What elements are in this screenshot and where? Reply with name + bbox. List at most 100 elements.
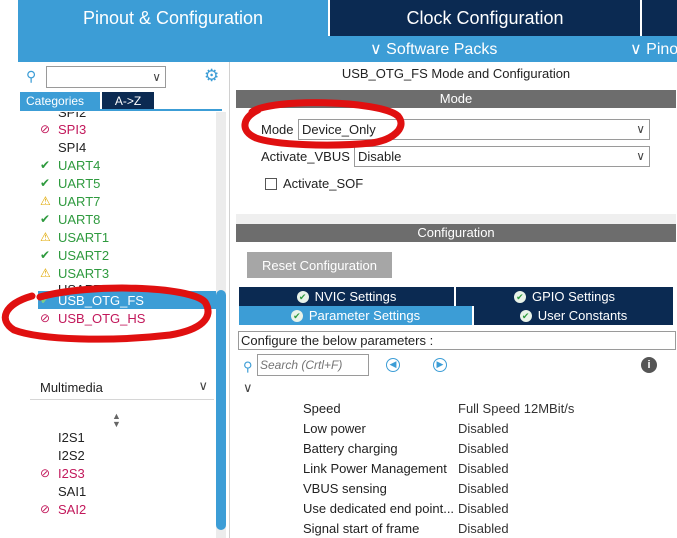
- check-icon: ✔: [40, 293, 51, 307]
- list-item-label: SAI1: [58, 483, 87, 499]
- list-item-uart8[interactable]: ✔ UART8: [40, 210, 100, 228]
- activate-sof-checkbox[interactable]: [265, 178, 277, 190]
- search-previous-button[interactable]: ◀: [386, 358, 400, 372]
- list-item-spi2[interactable]: SPI2: [40, 112, 86, 120]
- ban-icon: ⊘: [40, 466, 51, 480]
- list-item-label: UART8: [58, 211, 101, 227]
- list-item-usart3[interactable]: ⚠ USART3: [40, 264, 109, 282]
- parameter-row[interactable]: Battery charging Disabled: [303, 441, 673, 461]
- search-next-button[interactable]: ▶: [433, 358, 447, 372]
- params-header: Configure the below parameters :: [238, 331, 676, 350]
- parameter-value[interactable]: Disabled: [458, 521, 509, 536]
- list-item-label: UART7: [58, 193, 101, 209]
- list-item-sai1[interactable]: SAI1: [40, 482, 86, 500]
- parameter-search-input[interactable]: [257, 354, 369, 376]
- tab-overflow[interactable]: [642, 0, 677, 36]
- tab-categories[interactable]: Categories: [20, 92, 100, 110]
- list-item-label: I2S2: [58, 447, 85, 463]
- list-item-uart7[interactable]: ⚠ UART7: [40, 192, 100, 210]
- multimedia-category-header[interactable]: Multimedia ∨: [30, 374, 214, 400]
- warning-icon: ⚠: [40, 194, 51, 208]
- parameter-name: VBUS sensing: [303, 481, 387, 496]
- multimedia-list: I2S1 I2S2 ⊘ I2S3 SAI1 ⊘ SAI2: [18, 428, 218, 538]
- list-item-label: USART1: [58, 229, 110, 245]
- list-item-spi3[interactable]: ⊘ SPI3: [40, 120, 86, 138]
- list-item-sai2[interactable]: ⊘ SAI2: [40, 500, 86, 518]
- gear-icon[interactable]: ⚙: [204, 66, 219, 86]
- ban-icon: ⊘: [40, 122, 51, 136]
- section-divider: [236, 214, 676, 224]
- parameter-value[interactable]: Disabled: [458, 461, 509, 476]
- list-item-label: SAI2: [58, 501, 87, 517]
- parameter-name: Link Power Management: [303, 461, 447, 476]
- check-icon: ✔: [290, 309, 303, 322]
- sub-menu-bar: ∨ Software Packs ∨ Pino: [18, 36, 677, 62]
- top-tab-bar: Pinout & Configuration Clock Configurati…: [0, 0, 677, 36]
- mode-select[interactable]: Device_Only ∨: [298, 119, 650, 140]
- list-item-label: USART3: [58, 265, 110, 281]
- list-item-uart5[interactable]: ✔ UART5: [40, 174, 100, 192]
- ban-icon: ⊘: [40, 502, 51, 516]
- info-icon[interactable]: i: [641, 357, 657, 373]
- parameter-value[interactable]: Disabled: [458, 501, 509, 516]
- sort-arrows-icon: ▲ ▼: [112, 411, 121, 429]
- tab-clock-configuration[interactable]: Clock Configuration: [330, 0, 640, 36]
- panel-title: USB_OTG_FS Mode and Configuration: [341, 66, 571, 81]
- reset-configuration-button[interactable]: Reset Configuration: [247, 252, 392, 278]
- tab-nvic-label: NVIC Settings: [314, 289, 397, 304]
- list-item-label: USB_OTG_HS: [58, 310, 146, 326]
- tab-clock-label: Clock Configuration: [406, 7, 564, 28]
- list-item-usb-otg-fs[interactable]: ✔ USB_OTG_FS: [38, 291, 216, 309]
- parameter-value[interactable]: Disabled: [458, 481, 509, 496]
- list-item-uart4[interactable]: ✔ UART4: [40, 156, 100, 174]
- list-item-label: USART6: [58, 282, 110, 291]
- pinout-menu[interactable]: ∨ Pino: [630, 39, 677, 59]
- parameter-row[interactable]: Signal start of frame Disabled: [303, 521, 673, 538]
- search-icon: ⚲: [243, 359, 253, 374]
- mode-select-value: Device_Only: [302, 122, 376, 137]
- list-item-label: I2S3: [58, 465, 85, 481]
- check-icon: ✔: [40, 176, 51, 190]
- check-icon: ✔: [513, 290, 526, 303]
- mode-label: Mode: [261, 122, 294, 137]
- tab-parameter-settings[interactable]: ✔ Parameter Settings: [239, 306, 472, 325]
- check-icon: ✔: [40, 212, 51, 226]
- category-search-combo[interactable]: ∨: [46, 66, 166, 88]
- activate-sof-label: Activate_SOF: [283, 176, 364, 191]
- check-icon: ✔: [40, 158, 51, 172]
- software-packs-menu[interactable]: ∨ Software Packs: [370, 39, 497, 59]
- check-icon: ✔: [519, 309, 532, 322]
- list-item-usart6[interactable]: USART6: [40, 282, 109, 291]
- list-item-i2s2[interactable]: I2S2: [40, 446, 85, 464]
- parameter-value[interactable]: Disabled: [458, 421, 509, 436]
- parameter-row[interactable]: Low power Disabled: [303, 421, 673, 441]
- list-item-i2s1[interactable]: I2S1: [40, 428, 85, 446]
- list-item-usb-otg-hs[interactable]: ⊘ USB_OTG_HS: [40, 309, 145, 327]
- activate-vbus-select[interactable]: Disable ∨: [354, 146, 650, 167]
- list-item-label: UART4: [58, 157, 101, 173]
- tab-underline: [20, 109, 222, 111]
- parameter-row[interactable]: Use dedicated end point... Disabled: [303, 501, 673, 521]
- categories-panel: ⚲ ∨ ⚙ Categories A->Z SPI2 ⊘ SPI3 SPI4 ✔ UART…: [18, 62, 230, 538]
- tab-nvic-settings[interactable]: ✔ NVIC Settings: [239, 287, 454, 306]
- tab-gpio-settings[interactable]: ✔ GPIO Settings: [456, 287, 673, 306]
- chevron-down-icon[interactable]: ∨: [243, 380, 253, 396]
- tab-a-to-z[interactable]: A->Z: [102, 92, 154, 110]
- list-item-usart1[interactable]: ⚠ USART1: [40, 228, 109, 246]
- activate-vbus-value: Disable: [358, 149, 402, 164]
- chevron-down-icon: ∨: [636, 149, 645, 163]
- tab-user-constants[interactable]: ✔ User Constants: [474, 306, 673, 325]
- chevron-down-icon: ∨: [152, 70, 161, 84]
- parameter-row[interactable]: Speed Full Speed 12MBit/s: [303, 401, 673, 421]
- tab-gpio-label: GPIO Settings: [531, 289, 616, 304]
- list-item-i2s3[interactable]: ⊘ I2S3: [40, 464, 85, 482]
- list-item-usart2[interactable]: ✔ USART2: [40, 246, 109, 264]
- parameter-value[interactable]: Disabled: [458, 441, 509, 456]
- tab-pinout-configuration[interactable]: Pinout & Configuration: [18, 0, 328, 36]
- chevron-down-icon: ∨: [198, 378, 208, 393]
- parameter-value[interactable]: Full Speed 12MBit/s: [458, 401, 574, 416]
- parameter-row[interactable]: Link Power Management Disabled: [303, 461, 673, 481]
- parameter-row[interactable]: VBUS sensing Disabled: [303, 481, 673, 501]
- list-item-spi4[interactable]: SPI4: [40, 138, 86, 156]
- list-item-label: SPI2: [58, 112, 87, 120]
